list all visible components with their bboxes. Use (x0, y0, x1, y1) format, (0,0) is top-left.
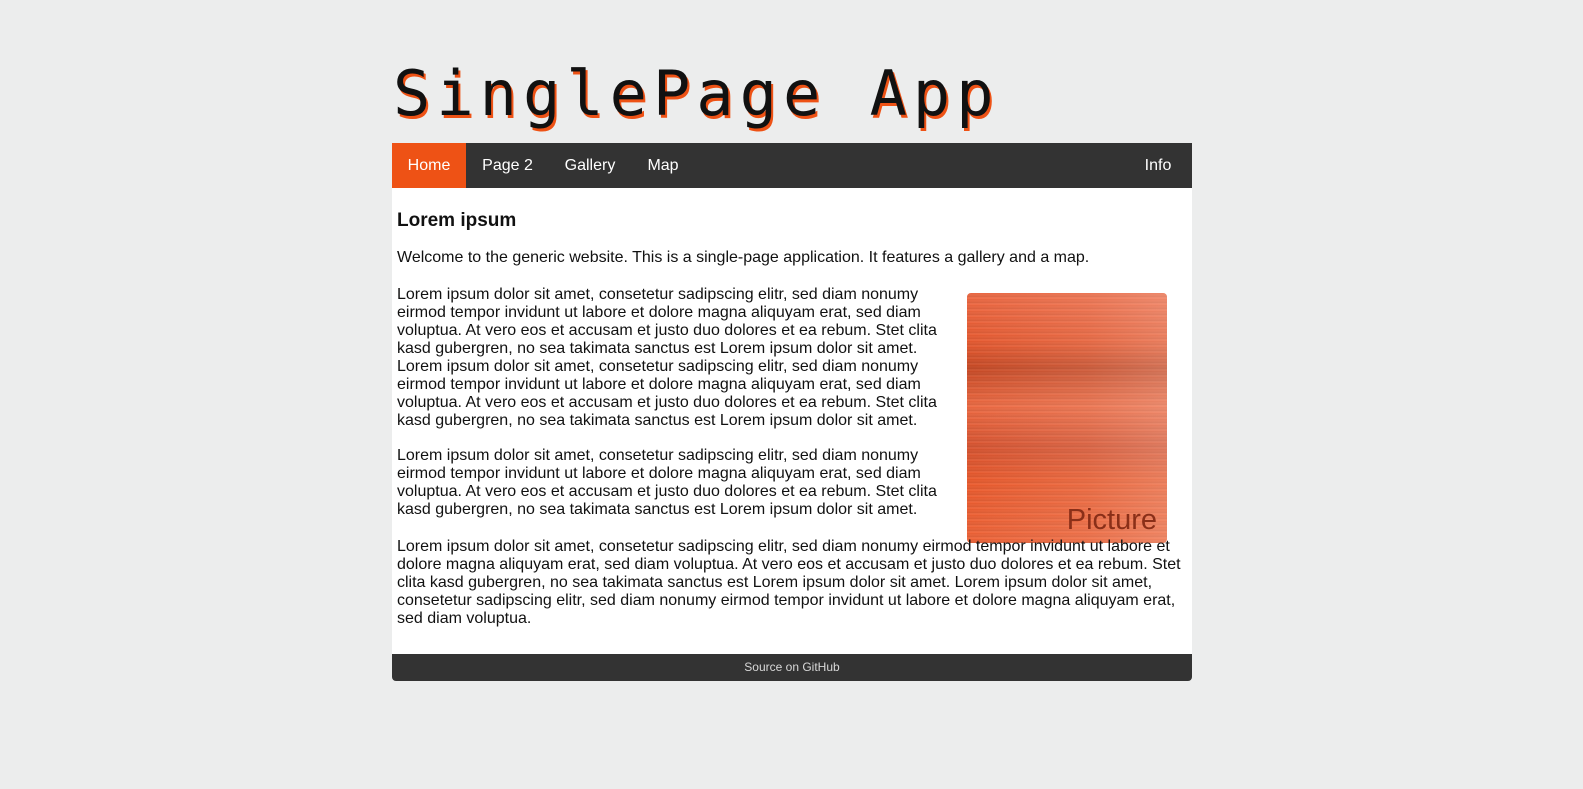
nav-item-info[interactable]: Info (1130, 143, 1186, 188)
site-footer: Source on GitHub (392, 654, 1192, 681)
site-logo[interactable]: SinglePage App (393, 56, 1000, 131)
page-heading: Lorem ipsum (397, 210, 517, 231)
main-navbar: Home Page 2 Gallery Map Info (392, 143, 1192, 188)
nav-item-gallery[interactable]: Gallery (549, 143, 631, 188)
welcome-text: Welcome to the generic website. This is … (397, 249, 1090, 266)
paragraph-2: Lorem ipsum dolor sit amet, consetetur s… (397, 447, 937, 518)
github-source-link[interactable]: Source on GitHub (744, 660, 839, 674)
nav-item-home[interactable]: Home (392, 143, 466, 188)
nav-item-page-2[interactable]: Page 2 (466, 143, 549, 188)
paragraph-3: Lorem ipsum dolor sit amet, consetetur s… (397, 538, 1181, 627)
paragraph-1: Lorem ipsum dolor sit amet, consetetur s… (397, 286, 937, 429)
nav-item-map[interactable]: Map (631, 143, 695, 188)
picture-label: Picture (1066, 504, 1157, 536)
main-content: Lorem ipsum Welcome to the generic websi… (392, 188, 1192, 654)
picture-image: Picture (967, 293, 1167, 543)
